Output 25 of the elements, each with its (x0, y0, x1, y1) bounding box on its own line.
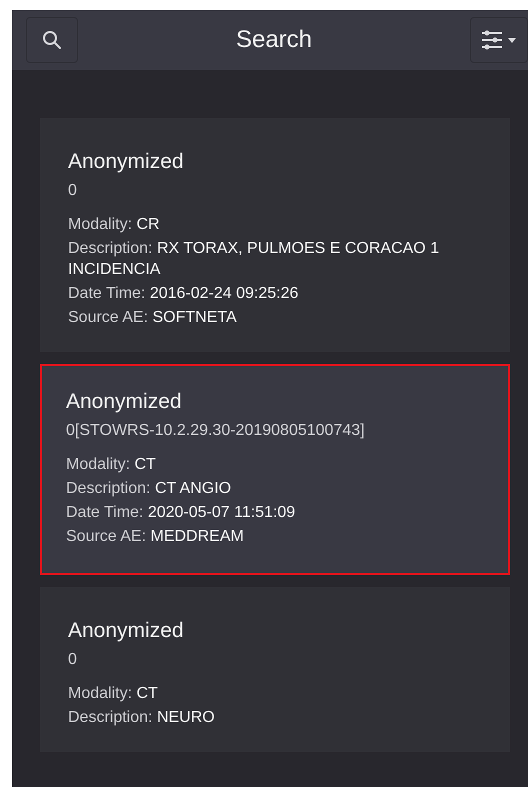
study-field: Modality: CT (66, 454, 468, 475)
study-field: Source AE: SOFTNETA (68, 307, 468, 328)
study-field: Date Time: 2020-05-07 11:51:09 (66, 502, 468, 523)
patient-id: 0 (68, 651, 78, 669)
caret-icon (508, 38, 516, 42)
patient-name: Anonymized (68, 150, 185, 174)
patient-name: Anonymized (66, 390, 183, 414)
header-title: Search (236, 26, 312, 54)
filter-button[interactable] (470, 17, 528, 63)
patient-id: 0 (68, 182, 78, 200)
study-field: Description: NEURO (68, 707, 468, 728)
study-card[interactable]: Anonymized 0 Modality: CT Description: NEURO (40, 587, 510, 752)
study-field: Description: CT ANGIO (66, 478, 468, 499)
sliders-icon (481, 30, 504, 50)
study-field: Source AE: MEDDREAM (66, 526, 468, 547)
study-field: Modality: CT (68, 683, 468, 704)
study-field: Modality: CR (68, 214, 468, 235)
patient-id: 0[STOWRS-10.2.29.30-20190805100743] (66, 422, 366, 440)
patient-name: Anonymized (68, 619, 185, 643)
search-icon (42, 30, 62, 50)
study-card[interactable]: Anonymized 0[STOWRS-10.2.29.30-20190805100743] Modality: CT Description: CT ANGIO Date Time: 2020-05-07 11:51:09 Source AE: MEDDREAM (40, 364, 510, 575)
study-field: Description: RX TORAX, PULMOES E CORACAO 1 INCIDENCIA (68, 238, 468, 280)
study-card[interactable]: Anonymized 0 Modality: CR Description: RX TORAX, PULMOES E CORACAO 1 INCIDENCIA Date Time: 2016-02-24 09:25:26 Source AE: SOFTNETA (40, 118, 510, 352)
study-field: Date Time: 2016-02-24 09:25:26 (68, 283, 468, 304)
search-button[interactable] (26, 17, 78, 63)
